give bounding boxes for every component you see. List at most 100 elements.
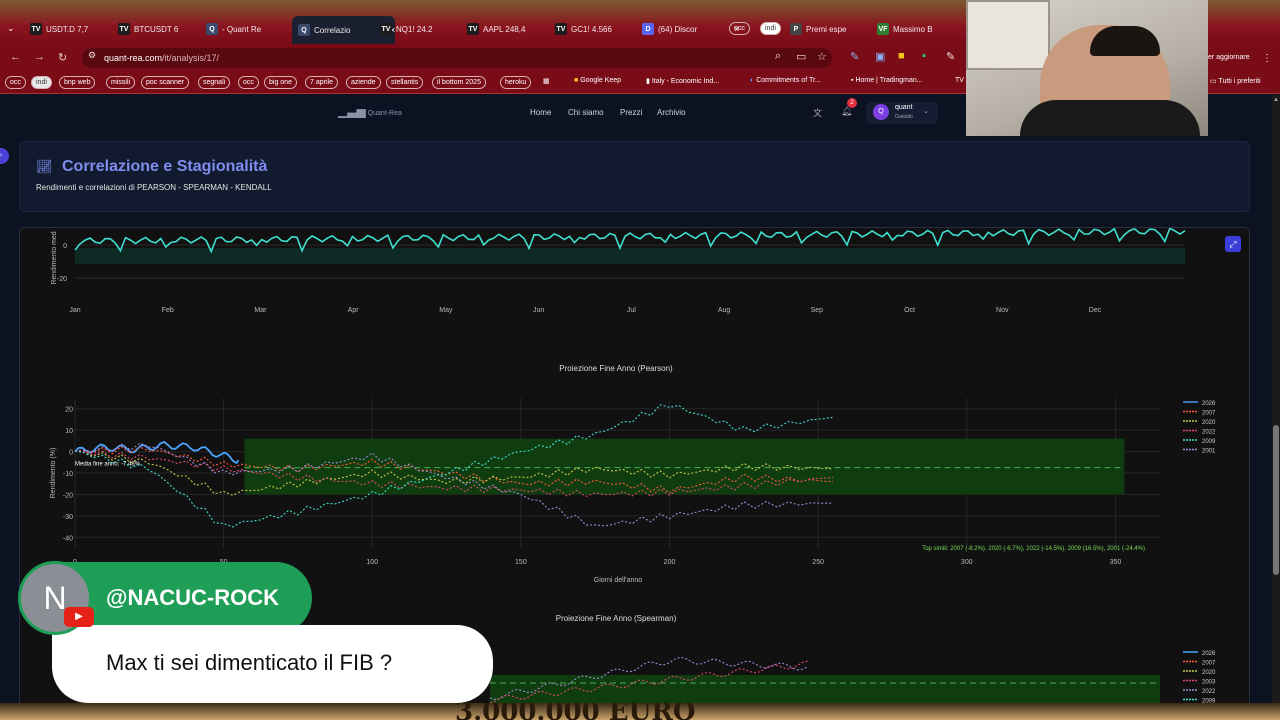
extension-icon[interactable]: ✎	[850, 50, 859, 63]
back-icon[interactable]: ←	[10, 51, 21, 63]
page-header-card	[19, 141, 1250, 212]
tick-label: 0	[63, 243, 67, 250]
bookmark-pill[interactable]: stellantis	[386, 76, 424, 89]
apps-grid-icon[interactable]: ▦	[543, 77, 550, 85]
tab-search-icon[interactable]: ⌄	[7, 23, 19, 35]
chart-title: Proiezione Fine Anno (Spearman)	[556, 614, 677, 623]
tab-title: GC1! 4.566	[571, 24, 612, 34]
browser-tab[interactable]: TVGC1! 4.566×	[555, 18, 652, 40]
bookmark-pill[interactable]: segnali	[198, 76, 231, 89]
tick-label: Jul	[627, 307, 636, 314]
fullscreen-icon[interactable]: ⤢	[1225, 236, 1241, 252]
tick-label: 100	[366, 559, 378, 566]
chat-username: @NACUC-ROCK	[106, 585, 279, 610]
browser-tab[interactable]: VFMassimo B×	[877, 18, 974, 40]
browser-tab[interactable]: PPremi espe×	[790, 18, 887, 40]
scroll-up-icon[interactable]: ▲	[1273, 97, 1279, 103]
tm-icon: ▪	[851, 77, 854, 84]
legend-label: 2007	[1202, 661, 1216, 667]
tick-label: Apr	[348, 307, 360, 314]
bookmark-pill[interactable]: occ	[238, 76, 259, 89]
bookmark-italy-economic[interactable]: ▮ Italy - Economic Ind...	[646, 77, 719, 85]
folder-icon: ▭	[1210, 78, 1217, 85]
extension-icon[interactable]: ▪	[922, 50, 926, 62]
nav-home[interactable]: Home	[530, 108, 551, 117]
bookmark-star-icon[interactable]: ☆	[817, 50, 827, 63]
bookmark-label: Commitments of Tr...	[756, 77, 821, 84]
chevron-down-icon[interactable]: ⌄	[923, 107, 929, 115]
site-info-icon[interactable]: ⚙	[88, 50, 96, 61]
bookmark-pill[interactable]: missili	[106, 76, 136, 89]
nav-prezzi[interactable]: Prezzi	[620, 108, 642, 117]
extension-icon[interactable]: ■	[898, 50, 905, 62]
tick-label: Jan	[69, 307, 80, 314]
projection-band	[244, 438, 1125, 495]
forward-icon[interactable]: →	[34, 51, 45, 63]
tick-label: May	[439, 307, 453, 314]
bookmark-pill[interactable]: occ	[5, 76, 26, 89]
tick-label: Sep	[811, 307, 824, 314]
chart-title: Proiezione Fine Anno (Pearson)	[559, 364, 673, 373]
bookmark-tradingman[interactable]: ▪ Home | Tradingman...	[851, 77, 923, 84]
keep-icon: ■	[574, 77, 579, 84]
browser-tab[interactable]: Q- Quant Re×	[206, 18, 303, 40]
page-scrollbar[interactable]	[1272, 95, 1280, 720]
bookmark-google-keep[interactable]: ■ Google Keep	[574, 77, 621, 84]
reload-icon[interactable]: ↻	[58, 51, 67, 64]
streamer-shirt	[1020, 100, 1200, 136]
tab-title: Correlazio	[314, 25, 351, 35]
site-logo[interactable]: ▁▃▅ Quant-Rea	[338, 104, 402, 118]
legend-label: 2022	[1202, 689, 1216, 695]
tick-label: -40	[63, 535, 73, 542]
page-title: Correlazione e Stagionalità	[62, 158, 268, 175]
tick-label: -10	[63, 471, 73, 478]
avatar[interactable]: Q	[873, 104, 889, 120]
pen-icon[interactable]: ✎	[946, 50, 955, 63]
bookmark-pill[interactable]: big one	[264, 76, 297, 89]
browser-tab[interactable]: TVNQ1! 24.2×	[380, 18, 477, 40]
axis-label: Rendimento (%)	[50, 448, 57, 499]
legend-label: 2020	[1202, 420, 1216, 426]
zoom-icon[interactable]: ⌕	[775, 50, 781, 63]
user-name: quant	[895, 104, 913, 111]
bookmark-pill[interactable]: heroku	[500, 76, 532, 89]
bookmark-pill[interactable]: aziende	[346, 76, 381, 89]
notification-badge: 2	[847, 98, 857, 108]
bookmark-pill[interactable]: il bottom 2025	[432, 76, 486, 89]
legend-label: 2026	[1202, 401, 1216, 407]
extension-icon[interactable]: ▣	[875, 50, 885, 63]
vf-icon: VF	[877, 23, 889, 35]
browser-tab[interactable]: TVAAPL 248,4×	[467, 18, 564, 40]
all-bookmarks-label: Tutti i preferiti	[1218, 78, 1261, 85]
update-button[interactable]: er aggiornare	[1208, 54, 1250, 61]
browser-tab[interactable]: D (64) Discor ×	[642, 18, 739, 40]
bookmark-label: Italy - Economic Ind...	[651, 78, 720, 85]
address-domain: quant-rea.com	[104, 53, 163, 63]
scrollbar-thumb[interactable]	[1273, 425, 1279, 575]
chat-message: Max ti sei dimenticato il FIB ?	[106, 650, 393, 675]
bookmark-pill[interactable]: poc scanner	[141, 76, 190, 89]
nav-chi-siamo[interactable]: Chi siamo	[568, 108, 604, 117]
translate-icon[interactable]: 文	[813, 106, 822, 119]
browser-tab[interactable]: TVUSDT.D 7,7×	[30, 18, 127, 40]
youtube-icon: ▶	[64, 607, 94, 627]
tick-label: Jun	[533, 307, 544, 314]
cast-icon[interactable]: ▭	[796, 50, 806, 63]
all-bookmarks[interactable]: ▭ Tutti i preferiti	[1210, 77, 1261, 85]
address-bar[interactable]: quant-rea.com/it/analysis/17/	[82, 48, 832, 68]
tick-label: Dec	[1089, 307, 1102, 314]
bookmark-commitments[interactable]: ◐ Commitments of Tr...	[750, 77, 821, 84]
bookmark-pill[interactable]: bnp web	[59, 76, 96, 89]
tradingview-icon: TV	[118, 23, 130, 35]
tick-label: Oct	[904, 307, 915, 314]
more-menu-icon[interactable]: ⋮	[1262, 53, 1272, 64]
tab-group-occ[interactable]: occ	[729, 22, 750, 35]
nav-archivio[interactable]: Archivio	[657, 108, 685, 117]
browser-tab[interactable]: TVBTCUSDT 6×	[118, 18, 215, 40]
bookmark-tradingview[interactable]: TV	[955, 77, 964, 84]
bookmark-pill[interactable]: 7 aprile	[305, 76, 338, 89]
logo-bars-icon: ▁▃▅	[338, 104, 366, 118]
tab-group-indi[interactable]: indi	[760, 22, 781, 35]
bookmark-pill[interactable]: indi	[31, 76, 52, 89]
legend-label: 2020	[1202, 670, 1216, 676]
